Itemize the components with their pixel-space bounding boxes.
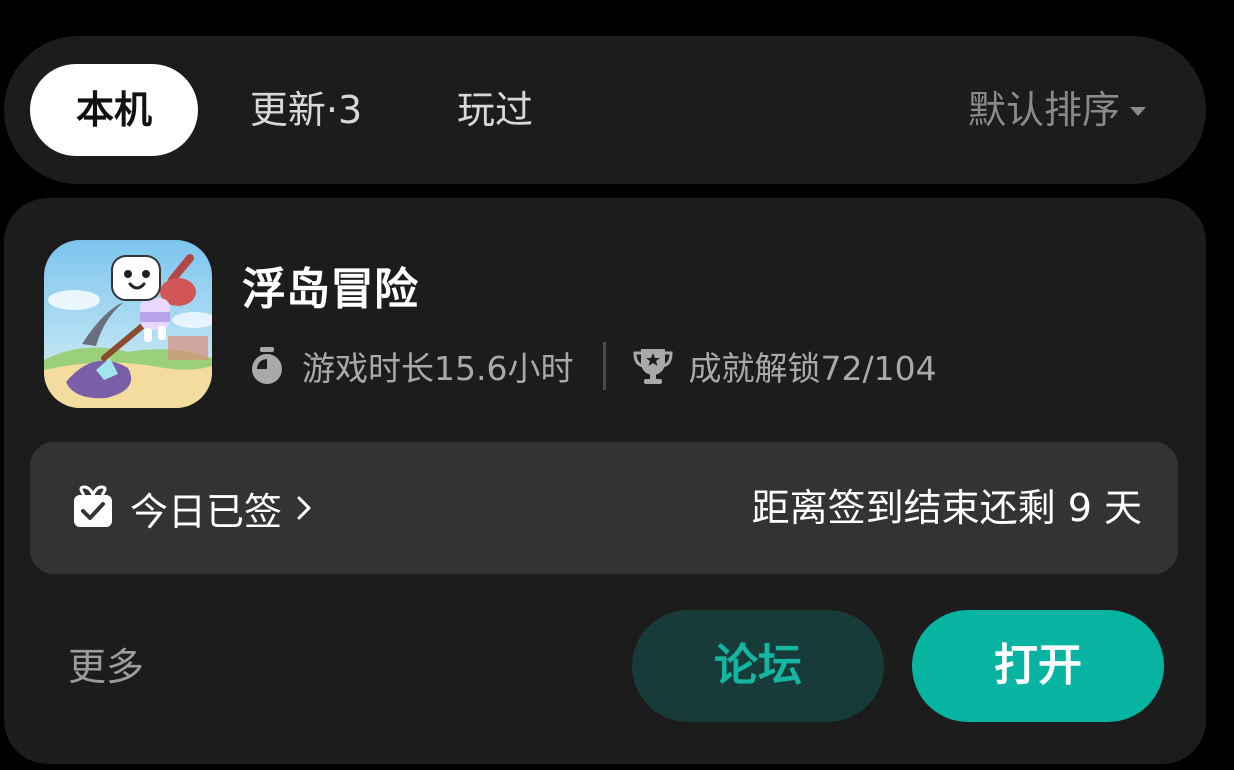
tab-local[interactable]: 本机 (30, 64, 198, 156)
stats-divider (603, 342, 607, 390)
achievements-text: 成就解锁72/104 (688, 349, 937, 388)
signin-countdown: 距离签到结束还剩 9 天 (751, 486, 1142, 530)
open-button[interactable]: 打开 (912, 610, 1164, 722)
more-button[interactable]: 更多 (68, 642, 144, 692)
playtime-text: 游戏时长15.6小时 (302, 349, 574, 388)
tab-updates[interactable]: 更新·3 (240, 64, 372, 156)
tab-played[interactable]: 玩过 (452, 64, 538, 156)
game-stats: 游戏时长15.6小时 成就解锁72/104 (246, 340, 937, 392)
chevron-right-icon (297, 496, 311, 520)
trophy-icon (632, 345, 674, 387)
signin-status-text: 今日已签 (130, 489, 283, 534)
tab-bar: 本机 更新·3 玩过 默认排序 (4, 36, 1206, 184)
sort-dropdown[interactable]: 默认排序 (968, 64, 1146, 156)
signin-status: 今日已签 (70, 442, 326, 574)
gift-check-icon (74, 485, 112, 527)
stopwatch-icon (246, 345, 288, 387)
game-card: 浮岛冒险 游戏时长15.6小时 成就解锁72/104 今日已签 距离签到结束还剩… (4, 198, 1206, 764)
signin-bar[interactable]: 今日已签 距离签到结束还剩 9 天 (30, 442, 1178, 574)
caret-down-icon (1130, 106, 1146, 116)
forum-button[interactable]: 论坛 (632, 610, 884, 722)
game-app-icon[interactable] (44, 240, 212, 408)
sort-label: 默认排序 (967, 88, 1120, 132)
game-title: 浮岛冒险 (242, 264, 418, 315)
